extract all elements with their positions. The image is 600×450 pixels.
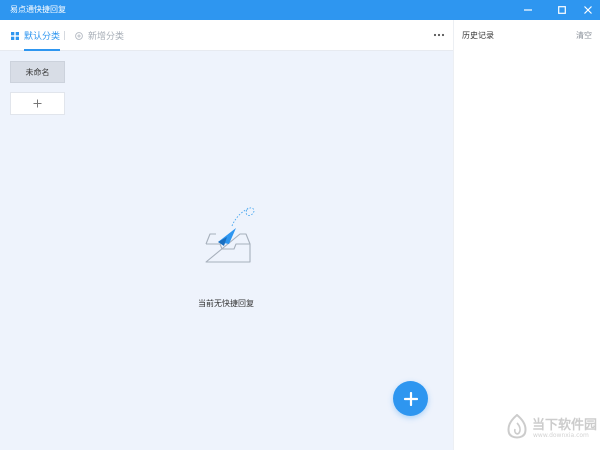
close-icon	[584, 6, 592, 14]
more-menu-button[interactable]	[431, 29, 447, 41]
minimize-icon	[524, 9, 532, 11]
reply-pane: 默认分类 新增分类 未命名 当前无快捷回复	[0, 20, 453, 450]
tab-label: 默认分类	[24, 32, 61, 42]
history-title: 历史记录	[462, 31, 494, 40]
minimize-button[interactable]	[516, 0, 540, 20]
more-dots-icon	[433, 33, 445, 37]
tab-new-category[interactable]: 新增分类	[75, 20, 124, 51]
add-circle-icon	[75, 31, 83, 40]
app-window: 易点通快捷回复 默认分类 新增分类 未命名 当前无快捷回复 历史记录 清空 当下…	[0, 0, 600, 450]
active-tab-indicator	[24, 49, 61, 51]
plus-icon	[403, 391, 418, 406]
tab-label: 新增分类	[88, 32, 125, 42]
history-panel: 历史记录 清空	[453, 20, 600, 450]
tab-divider	[64, 31, 65, 40]
add-reply-button[interactable]	[393, 381, 428, 416]
title-bar[interactable]: 易点通快捷回复	[0, 0, 600, 20]
watermark-url: www.downxia.com	[533, 432, 589, 439]
maximize-button[interactable]	[550, 0, 574, 20]
site-watermark: 当下软件园 www.downxia.com	[505, 410, 597, 446]
tab-default-category[interactable]: 默认分类	[11, 20, 61, 51]
grid-icon	[11, 31, 19, 40]
add-category-button[interactable]	[10, 92, 65, 115]
close-button[interactable]	[576, 0, 600, 20]
watermark-name: 当下软件园	[532, 418, 598, 433]
category-button-unnamed[interactable]: 未命名	[10, 61, 65, 83]
maximize-icon	[558, 6, 566, 14]
window-title: 易点通快捷回复	[10, 5, 66, 14]
category-tab-bar: 默认分类 新增分类	[0, 20, 453, 51]
paper-plane-inbox-icon	[205, 207, 255, 263]
category-label: 未命名	[25, 67, 50, 77]
watermark-logo-icon	[507, 414, 527, 439]
clear-history-button[interactable]: 清空	[576, 30, 592, 41]
empty-state-message: 当前无快捷回复	[198, 299, 254, 308]
plus-icon	[33, 99, 42, 108]
